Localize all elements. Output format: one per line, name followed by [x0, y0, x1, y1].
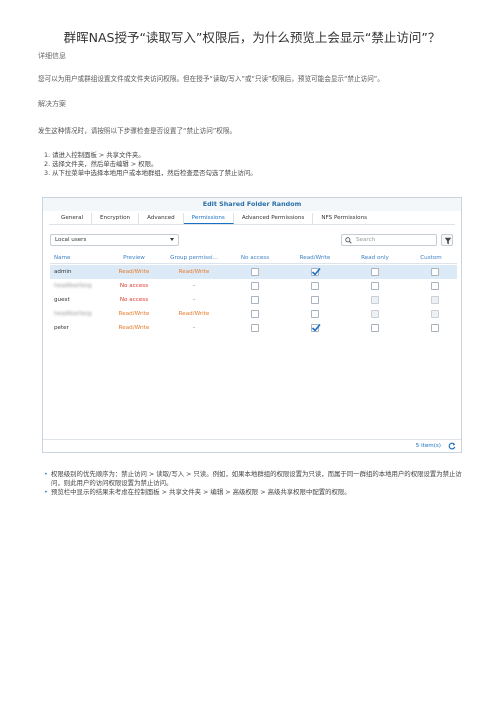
- tab-encryption[interactable]: Encryption: [92, 213, 140, 224]
- table-row[interactable]: peter Read/Write -: [50, 321, 457, 335]
- read-write-checkbox[interactable]: [311, 267, 321, 276]
- read-only-checkbox[interactable]: [371, 324, 379, 332]
- user-name: peter: [54, 325, 69, 331]
- custom-checkbox[interactable]: [431, 324, 439, 332]
- preview-value: No access: [119, 297, 149, 303]
- preview-value: Read/Write: [118, 269, 150, 275]
- group-permission-value: -: [192, 297, 196, 303]
- chevron-down-icon: [170, 238, 174, 241]
- details-heading: 详细信息: [38, 52, 66, 60]
- no-access-checkbox[interactable]: [251, 324, 259, 332]
- user-type-value: Local users: [55, 237, 87, 243]
- check-icon: [311, 323, 321, 332]
- read-only-checkbox[interactable]: [371, 296, 379, 304]
- read-write-checkbox[interactable]: [311, 282, 319, 290]
- read-write-checkbox[interactable]: [311, 310, 319, 318]
- table-row[interactable]: headfearfang Read/Write Read/Write: [50, 307, 457, 321]
- table-row[interactable]: headfearfang No access -: [50, 279, 457, 293]
- step-item: 3. 从下拉菜单中选择本地用户或本地群组，然后检查是否勾选了禁止访问。: [44, 169, 257, 178]
- dialog-footer: 5 item(s): [43, 439, 461, 452]
- group-permission-value: Read/Write: [178, 311, 210, 317]
- group-permission-value: -: [192, 325, 196, 331]
- custom-checkbox[interactable]: [431, 268, 439, 276]
- user-type-select[interactable]: Local users: [50, 234, 179, 246]
- no-access-checkbox[interactable]: [251, 282, 259, 290]
- group-permission-value: Read/Write: [178, 269, 210, 275]
- read-only-checkbox[interactable]: [371, 268, 379, 276]
- steps-list: 1. 请进入控制面板 > 共享文件夹。 2. 选择文件夹，然后单击编辑 > 权限…: [44, 151, 257, 179]
- tab-bar: General Encryption Advanced Permissions …: [53, 213, 375, 224]
- items-count: 5 item(s): [415, 443, 441, 449]
- note-item: 权限级别的优先顺序为：禁止访问 > 读取/写入 > 只读。例如，如果本地群组的权…: [44, 470, 469, 488]
- user-name: guest: [54, 297, 70, 303]
- tab-advanced-permissions[interactable]: Advanced Permissions: [234, 213, 314, 224]
- no-access-checkbox[interactable]: [251, 268, 259, 276]
- search-placeholder: Search: [356, 237, 376, 243]
- tab-permissions[interactable]: Permissions: [183, 213, 234, 224]
- solution-text: 发生这种情况时，请按照以下步骤检查是否设置了“禁止访问”权限。: [38, 127, 237, 135]
- refresh-icon[interactable]: [448, 442, 456, 450]
- tab-general[interactable]: General: [53, 213, 93, 224]
- tab-advanced[interactable]: Advanced: [139, 213, 184, 224]
- preview-value: Read/Write: [118, 325, 150, 331]
- column-header[interactable]: Name: [54, 253, 104, 264]
- search-input[interactable]: Search: [341, 234, 437, 246]
- column-header[interactable]: Group permissi...: [164, 253, 224, 264]
- read-only-checkbox[interactable]: [371, 282, 379, 290]
- filter-button[interactable]: [441, 234, 453, 246]
- read-write-checkbox[interactable]: [311, 323, 321, 332]
- table-header: Name Preview Group permissi... No access…: [50, 253, 457, 264]
- custom-checkbox[interactable]: [431, 296, 439, 304]
- no-access-checkbox[interactable]: [251, 296, 259, 304]
- group-permission-value: -: [192, 283, 196, 289]
- table-row[interactable]: admin Read/Write Read/Write: [50, 265, 457, 279]
- preview-value: No access: [119, 283, 149, 289]
- search-icon: [345, 236, 352, 244]
- column-header[interactable]: Custom: [406, 253, 456, 264]
- notes-list: 权限级别的优先顺序为：禁止访问 > 读取/写入 > 只读。例如，如果本地群组的权…: [44, 470, 469, 498]
- user-name: headfearfang: [54, 283, 92, 289]
- step-item: 1. 请进入控制面板 > 共享文件夹。: [44, 151, 145, 159]
- tab-divider: [49, 224, 455, 225]
- note-item: 预览栏中显示的结果未考虑在控制面板 > 共享文件夹 > 编辑 > 高级权限 > …: [44, 488, 469, 497]
- table-row[interactable]: guest No access -: [50, 293, 457, 307]
- no-access-checkbox[interactable]: [251, 310, 259, 318]
- tab-nfs-permissions[interactable]: NFS Permissions: [313, 213, 375, 224]
- details-text: 您可以为用户或群组设置文件或文件夹访问权限。但在授予“读取/写入”或“只读”权限…: [38, 75, 384, 83]
- read-write-checkbox[interactable]: [311, 296, 319, 304]
- column-header[interactable]: Read only: [346, 253, 404, 264]
- user-name: headfearfang: [54, 311, 92, 317]
- read-only-checkbox[interactable]: [371, 310, 379, 318]
- column-header[interactable]: Read/Write: [286, 253, 344, 264]
- solution-heading: 解决方案: [38, 100, 66, 108]
- column-header[interactable]: No access: [226, 253, 284, 264]
- column-header[interactable]: Preview: [106, 253, 162, 264]
- check-icon: [311, 267, 321, 276]
- edit-shared-folder-dialog: Edit Shared Folder Random General Encryp…: [42, 197, 462, 453]
- preview-value: Read/Write: [118, 311, 150, 317]
- filter-icon: [444, 237, 452, 245]
- dialog-title: Edit Shared Folder Random: [43, 198, 461, 211]
- page-title: 群晖NAS授予“读取写入”权限后，为什么预览上会显示“禁止访问”？: [63, 30, 441, 45]
- user-name: admin: [54, 269, 72, 275]
- custom-checkbox[interactable]: [431, 282, 439, 290]
- custom-checkbox[interactable]: [431, 310, 439, 318]
